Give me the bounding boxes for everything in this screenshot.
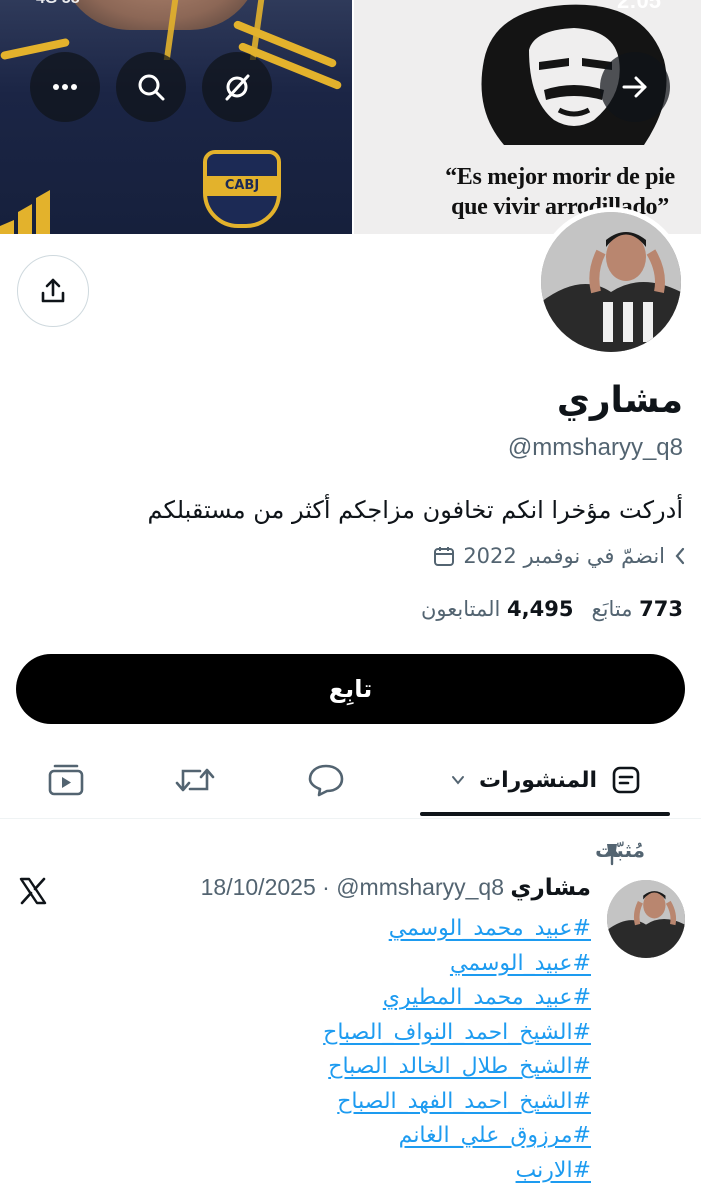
hashtag-link[interactable]: #الشيخ_احمد_النواف_الصباح xyxy=(323,1016,591,1051)
following-count: 773 xyxy=(639,597,683,621)
profile-banner[interactable]: CABJ 4G 58 “Es mejor morir de pie que vi… xyxy=(0,0,701,234)
profile-handle: @mmsharyy_q8 xyxy=(507,434,683,461)
post-header: 18/10/2025 · @mmsharyy_q8 مشاري xyxy=(201,874,591,901)
hashtag-link[interactable]: #عبيد_محمد_الوسمي xyxy=(323,912,591,947)
post-author-avatar[interactable] xyxy=(607,880,685,958)
arrow-right-icon xyxy=(622,76,647,98)
followers-label: المتابعون xyxy=(420,597,501,621)
replies-icon xyxy=(308,764,344,797)
more-button[interactable] xyxy=(30,52,100,122)
profile-name: مشاري xyxy=(556,380,683,421)
profile-avatar[interactable] xyxy=(536,207,686,357)
banner-quote: “Es mejor morir de pie que vivir arrodil… xyxy=(445,164,675,220)
adidas-logo xyxy=(0,190,50,234)
grok-button[interactable] xyxy=(202,52,272,122)
post-date: 18/10/2025 xyxy=(200,874,316,900)
chevron-left-icon xyxy=(675,547,685,565)
more-icon xyxy=(53,84,77,90)
search-button[interactable] xyxy=(116,52,186,122)
post-author-name[interactable]: مشاري xyxy=(510,875,591,901)
hashtag-link[interactable]: #عبيد_الوسمي xyxy=(323,947,591,982)
share-icon xyxy=(41,278,65,303)
post-separator: · xyxy=(322,874,330,900)
joined-text: انضمّ في نوفمبر 2022 xyxy=(463,544,665,568)
posts-icon xyxy=(612,766,640,794)
grok-icon xyxy=(225,74,250,101)
profile-tabs: المنشورات xyxy=(0,745,701,819)
back-button[interactable] xyxy=(600,52,670,122)
tab-reposts[interactable] xyxy=(165,745,225,815)
tab-replies[interactable] xyxy=(296,745,356,815)
followers-link[interactable]: 4,495 المتابعون xyxy=(421,597,573,621)
profile-joined[interactable]: انضمّ في نوفمبر 2022 xyxy=(433,544,687,568)
chevron-down-icon xyxy=(451,776,464,785)
following-link[interactable]: 773 متابَع xyxy=(591,597,683,621)
follow-stats: 773 متابَع 4,495 المتابعون xyxy=(421,597,683,621)
pinned-label: مُثبّت xyxy=(595,838,645,862)
calendar-icon xyxy=(434,547,455,566)
profile-bio: أدركت مؤخرا انكم تخافون مزاجكم أكثر من م… xyxy=(147,496,684,524)
tabs-divider xyxy=(0,818,701,819)
avatar-photo xyxy=(607,880,685,958)
reposts-icon xyxy=(175,768,215,792)
post-author-handle[interactable]: @mmsharyy_q8 xyxy=(336,874,504,900)
status-signal: 4G 58 xyxy=(36,0,80,8)
post-hashtags: #عبيد_محمد_الوسمي #عبيد_الوسمي #عبيد_محم… xyxy=(323,912,591,1188)
x-logo-icon[interactable] xyxy=(18,876,48,906)
active-tab-indicator xyxy=(420,812,670,816)
tab-posts[interactable]: المنشورات xyxy=(436,745,656,815)
hashtag-link[interactable]: #الارنب xyxy=(323,1154,591,1189)
share-profile-button[interactable] xyxy=(17,255,89,327)
avatar-photo xyxy=(541,212,681,352)
hashtag-link[interactable]: #مرزوق_علي_الغانم xyxy=(323,1119,591,1154)
hashtag-link[interactable]: #الشيخ_احمد_الفهد_الصباح xyxy=(323,1085,591,1120)
media-icon xyxy=(48,764,84,796)
tab-posts-label: المنشورات xyxy=(478,767,598,793)
tab-media[interactable] xyxy=(36,745,96,815)
search-icon xyxy=(138,74,165,101)
followers-count: 4,495 xyxy=(507,597,574,621)
follow-button[interactable]: تابِع xyxy=(16,654,685,724)
status-time: 2:05 xyxy=(616,0,661,13)
hashtag-link[interactable]: #عبيد_محمد_المطيري xyxy=(323,981,591,1016)
boca-crest: CABJ xyxy=(203,150,281,228)
following-label: متابَع xyxy=(591,597,633,621)
hashtag-link[interactable]: #الشيخ_طلال_الخالد_الصباح xyxy=(323,1050,591,1085)
